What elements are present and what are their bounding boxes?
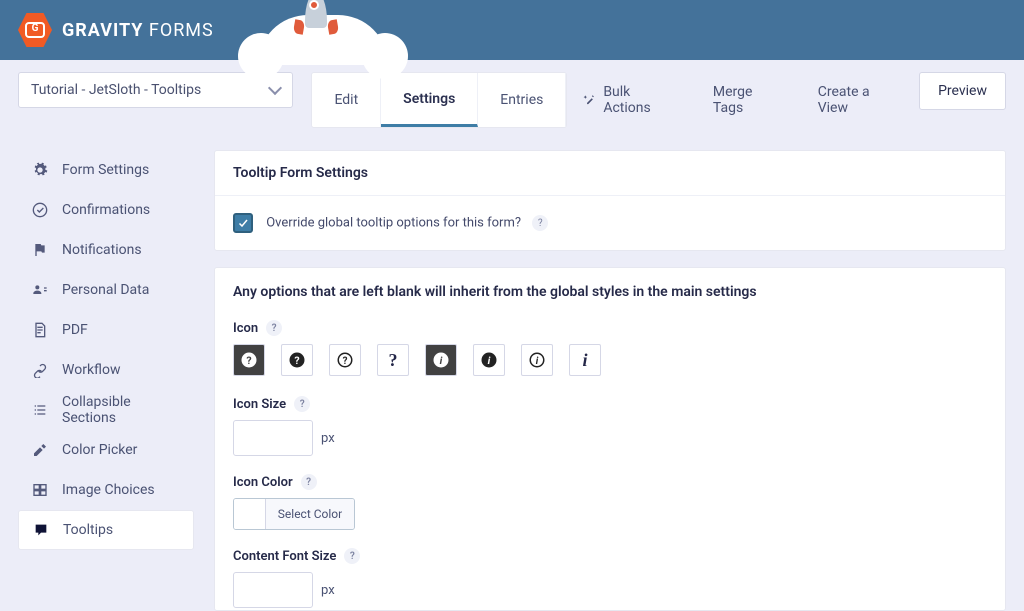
- people-id-icon: [32, 282, 48, 298]
- sidebar-item-label: Collapsible Sections: [62, 394, 184, 426]
- svg-text:?: ?: [246, 354, 251, 367]
- content-font-size-input[interactable]: [233, 572, 313, 608]
- check-icon: [237, 217, 249, 229]
- link-icon: [32, 362, 48, 378]
- svg-text:i: i: [536, 356, 539, 367]
- sidebar-item-label: Workflow: [62, 362, 121, 378]
- sidebar-item-label: Form Settings: [62, 162, 149, 178]
- panel-options: Any options that are left blank will inh…: [214, 267, 1006, 611]
- flag-icon: [32, 242, 48, 258]
- sidebar-item-label: Personal Data: [62, 282, 149, 298]
- svg-text:?: ?: [294, 354, 299, 367]
- svg-text:i: i: [440, 354, 443, 367]
- icon-option-q-circle-solid-dark[interactable]: ?: [233, 344, 265, 376]
- check-circle-icon: [32, 202, 48, 218]
- field-label-icon: Icon: [233, 321, 258, 336]
- gear-icon: [32, 162, 48, 178]
- settings-sidebar: Form Settings Confirmations Notification…: [18, 150, 194, 611]
- select-color-button[interactable]: Select Color: [266, 499, 354, 529]
- icon-color-picker[interactable]: Select Color: [233, 498, 355, 530]
- help-icon[interactable]: ?: [532, 215, 548, 231]
- tab-settings[interactable]: Settings: [381, 73, 478, 127]
- help-icon[interactable]: ?: [266, 320, 282, 336]
- sidebar-item-tooltips[interactable]: Tooltips: [18, 510, 194, 550]
- sidebar-item-label: Color Picker: [62, 442, 137, 458]
- tab-entries[interactable]: Entries: [478, 73, 566, 127]
- sidebar-item-workflow[interactable]: Workflow: [18, 350, 194, 390]
- override-checkbox[interactable]: [233, 213, 253, 233]
- unit-px: px: [321, 431, 335, 446]
- tab-edit[interactable]: Edit: [312, 73, 381, 127]
- chevron-down-icon: [268, 81, 282, 95]
- panel-override-title: Tooltip Form Settings: [215, 151, 1005, 196]
- icon-options: ? ? ? ? i i i: [233, 344, 987, 376]
- header: G GRAVITY FORMS: [0, 0, 1024, 60]
- sidebar-item-pdf[interactable]: PDF: [18, 310, 194, 350]
- sidebar-item-label: PDF: [62, 322, 88, 338]
- sidebar-item-collapsible-sections[interactable]: Collapsible Sections: [18, 390, 194, 430]
- tab-strip: Edit Settings Entries: [311, 72, 567, 128]
- sidebar-item-confirmations[interactable]: Confirmations: [18, 190, 194, 230]
- preview-button[interactable]: Preview: [919, 72, 1006, 110]
- action-bar: Bulk Actions Merge Tags Create a View: [567, 72, 919, 128]
- help-icon[interactable]: ?: [301, 474, 317, 490]
- icon-option-i-plain[interactable]: i: [569, 344, 601, 376]
- sidebar-item-notifications[interactable]: Notifications: [18, 230, 194, 270]
- override-label: Override global tooltip options for this…: [266, 215, 521, 230]
- svg-text:i: i: [488, 354, 491, 367]
- field-icon-size: Icon Size ? px: [215, 386, 1005, 458]
- icon-size-input[interactable]: [233, 420, 313, 456]
- field-label-content-font-size: Content Font Size: [233, 549, 336, 564]
- sidebar-item-label: Image Choices: [62, 482, 155, 498]
- sidebar-item-form-settings[interactable]: Form Settings: [18, 150, 194, 190]
- icon-option-i-circle-solid[interactable]: i: [473, 344, 505, 376]
- list-icon: [32, 402, 48, 418]
- field-icon-color: Icon Color ? Select Color: [215, 464, 1005, 532]
- bulk-actions-button[interactable]: Bulk Actions: [567, 84, 697, 116]
- sidebar-item-label: Notifications: [62, 242, 142, 258]
- create-view-button[interactable]: Create a View: [802, 84, 919, 116]
- icon-option-q-plain[interactable]: ?: [377, 344, 409, 376]
- file-icon: [32, 322, 48, 338]
- icon-option-q-circle-solid[interactable]: ?: [281, 344, 313, 376]
- unit-px: px: [321, 583, 335, 598]
- sidebar-item-label: Confirmations: [62, 202, 150, 218]
- field-icon: Icon ? ? ? ? ? i: [215, 310, 1005, 378]
- tooltip-icon: [33, 522, 49, 538]
- sidebar-item-label: Tooltips: [63, 522, 113, 538]
- color-swatch: [234, 499, 266, 529]
- svg-text:?: ?: [343, 356, 348, 367]
- brand-logo: G GRAVITY FORMS: [18, 13, 214, 47]
- panel-override: Tooltip Form Settings Override global to…: [214, 150, 1006, 251]
- help-icon[interactable]: ?: [294, 396, 310, 412]
- icon-option-q-circle-outline[interactable]: ?: [329, 344, 361, 376]
- icon-option-i-circle-outline[interactable]: i: [521, 344, 553, 376]
- dropper-icon: [32, 442, 48, 458]
- rocket-icon: [300, 0, 332, 36]
- field-content-font-size: Content Font Size ? px: [215, 538, 1005, 610]
- merge-tags-button[interactable]: Merge Tags: [697, 84, 802, 116]
- preview-wrap: Preview: [919, 72, 1006, 110]
- logo-hex-icon: G: [18, 13, 52, 47]
- sidebar-item-image-choices[interactable]: Image Choices: [18, 470, 194, 510]
- image-grid-icon: [32, 482, 48, 498]
- brand-text: GRAVITY FORMS: [62, 20, 214, 41]
- inherit-note: Any options that are left blank will inh…: [215, 268, 1005, 310]
- wand-icon: [583, 93, 597, 107]
- form-switcher-label: Tutorial - JetSloth - Tooltips: [31, 82, 201, 98]
- field-label-icon-color: Icon Color: [233, 475, 293, 490]
- main-content: Tooltip Form Settings Override global to…: [214, 150, 1006, 611]
- field-label-icon-size: Icon Size: [233, 397, 286, 412]
- sidebar-item-personal-data[interactable]: Personal Data: [18, 270, 194, 310]
- icon-option-i-circle-solid-dark[interactable]: i: [425, 344, 457, 376]
- help-icon[interactable]: ?: [344, 548, 360, 564]
- sidebar-item-color-picker[interactable]: Color Picker: [18, 430, 194, 470]
- toolbar: Tutorial - JetSloth - Tooltips Edit Sett…: [0, 72, 1024, 128]
